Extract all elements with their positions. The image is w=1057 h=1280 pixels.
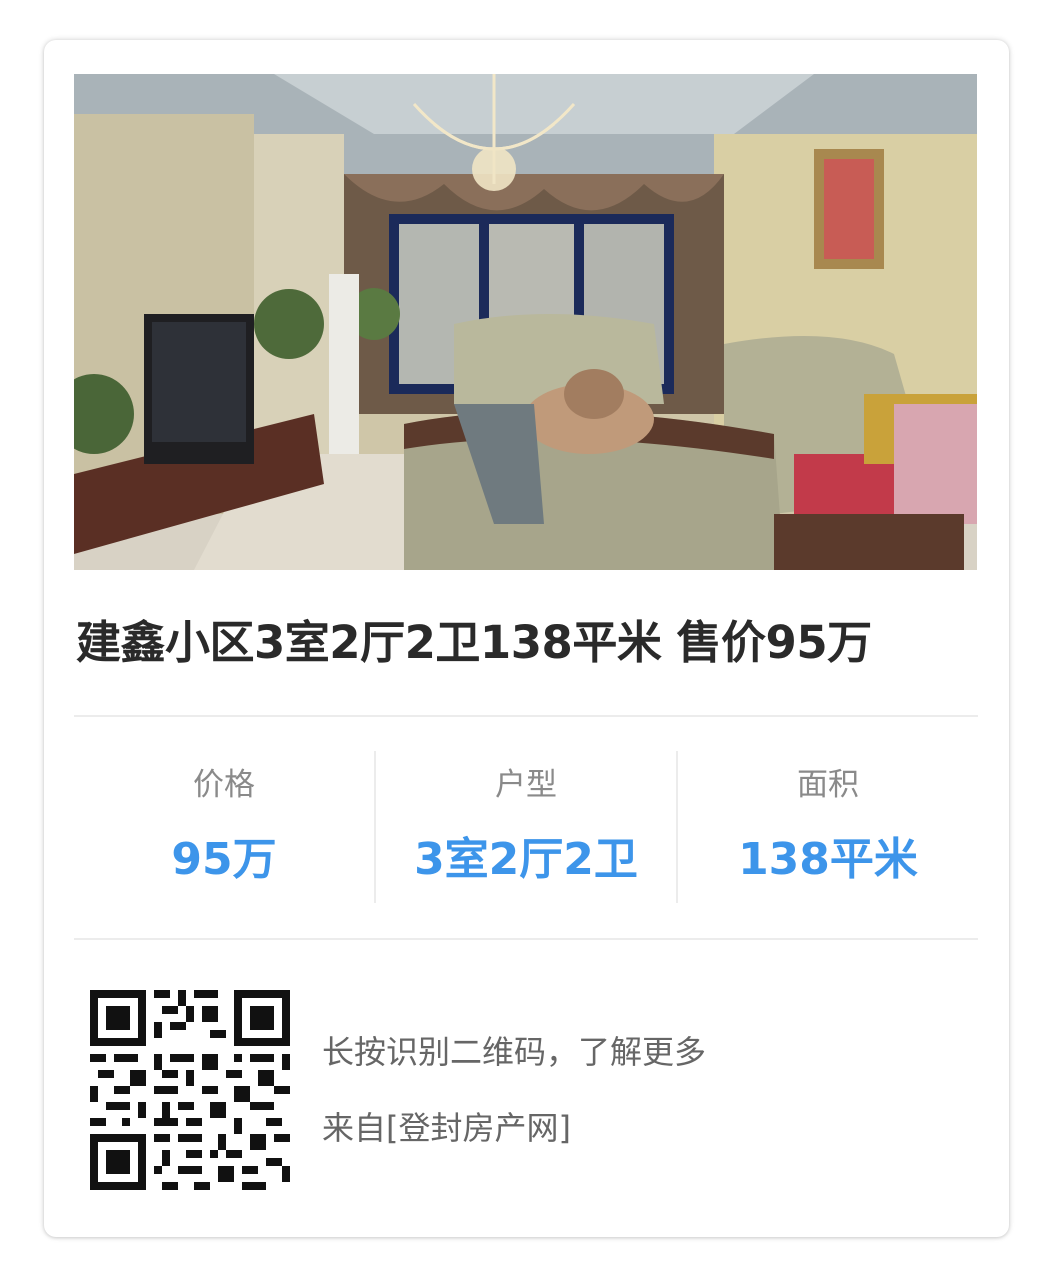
- divider: [74, 938, 978, 940]
- stat-area-label: 面积: [797, 767, 859, 803]
- stat-price-value: 95万: [171, 834, 277, 885]
- stat-area-value: 138平米: [738, 834, 918, 885]
- qr-code-icon[interactable]: [90, 990, 290, 1190]
- divider: [74, 715, 978, 717]
- stat-price-label: 价格: [193, 767, 255, 803]
- listing-share-card: 建鑫小区3室2厅2卫138平米 售价95万 价格 95万 户型 3室2厅2卫 面…: [44, 40, 1009, 1237]
- source-text: 来自[登封房产网]: [322, 1109, 571, 1147]
- listing-stats: 价格 95万 户型 3室2厅2卫 面积 138平米: [74, 751, 978, 903]
- qr-hint-text: 长按识别二维码，了解更多: [322, 1033, 707, 1071]
- stat-layout-label: 户型: [495, 767, 557, 803]
- listing-photo[interactable]: [74, 74, 977, 570]
- stat-layout-value: 3室2厅2卫: [414, 834, 638, 885]
- listing-title: 建鑫小区3室2厅2卫138平米 售价95万: [76, 616, 872, 669]
- stat-price: 价格 95万: [74, 751, 374, 903]
- stat-layout: 户型 3室2厅2卫: [374, 751, 676, 903]
- stat-area: 面积 138平米: [676, 751, 978, 903]
